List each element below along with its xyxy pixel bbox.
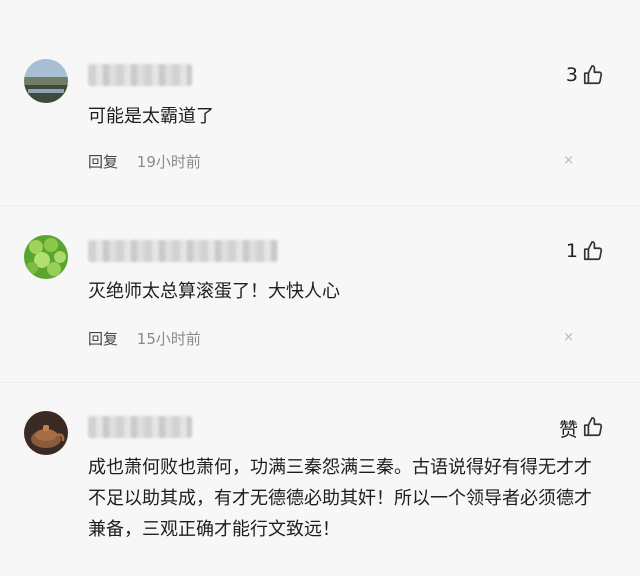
- divider: [0, 382, 640, 383]
- username-blurred[interactable]: [88, 240, 278, 262]
- thumbs-up-icon[interactable]: [582, 416, 604, 438]
- username-blurred[interactable]: [88, 416, 192, 438]
- avatar[interactable]: [24, 411, 68, 455]
- thumbs-up-icon[interactable]: [582, 240, 604, 262]
- avatar[interactable]: [24, 59, 68, 103]
- timestamp: 15小时前: [136, 330, 201, 348]
- reply-button[interactable]: 回复: [88, 330, 118, 348]
- divider: [0, 205, 640, 206]
- reply-button[interactable]: 回复: [88, 153, 118, 171]
- like-count: 3: [565, 64, 578, 86]
- comment-meta: 回复 15小时前: [88, 328, 201, 349]
- like-label: 赞: [558, 419, 578, 441]
- like-count: 1: [565, 240, 578, 262]
- timestamp: 19小时前: [136, 153, 201, 171]
- comment-text: 成也萧何败也萧何，功满三秦怨满三秦。古语说得好有得无才才不足以助其成，有才无德德…: [88, 457, 592, 540]
- comment-text: 可能是太霸道了: [88, 106, 214, 127]
- avatar[interactable]: [24, 235, 68, 279]
- close-icon[interactable]: ×: [563, 153, 574, 168]
- comment-meta: 回复 19小时前: [88, 151, 201, 172]
- comment-text: 灭绝师太总算滚蛋了！大快人心: [88, 281, 340, 302]
- username-blurred[interactable]: [88, 64, 192, 86]
- close-icon[interactable]: ×: [563, 330, 574, 345]
- thumbs-up-icon[interactable]: [582, 64, 604, 86]
